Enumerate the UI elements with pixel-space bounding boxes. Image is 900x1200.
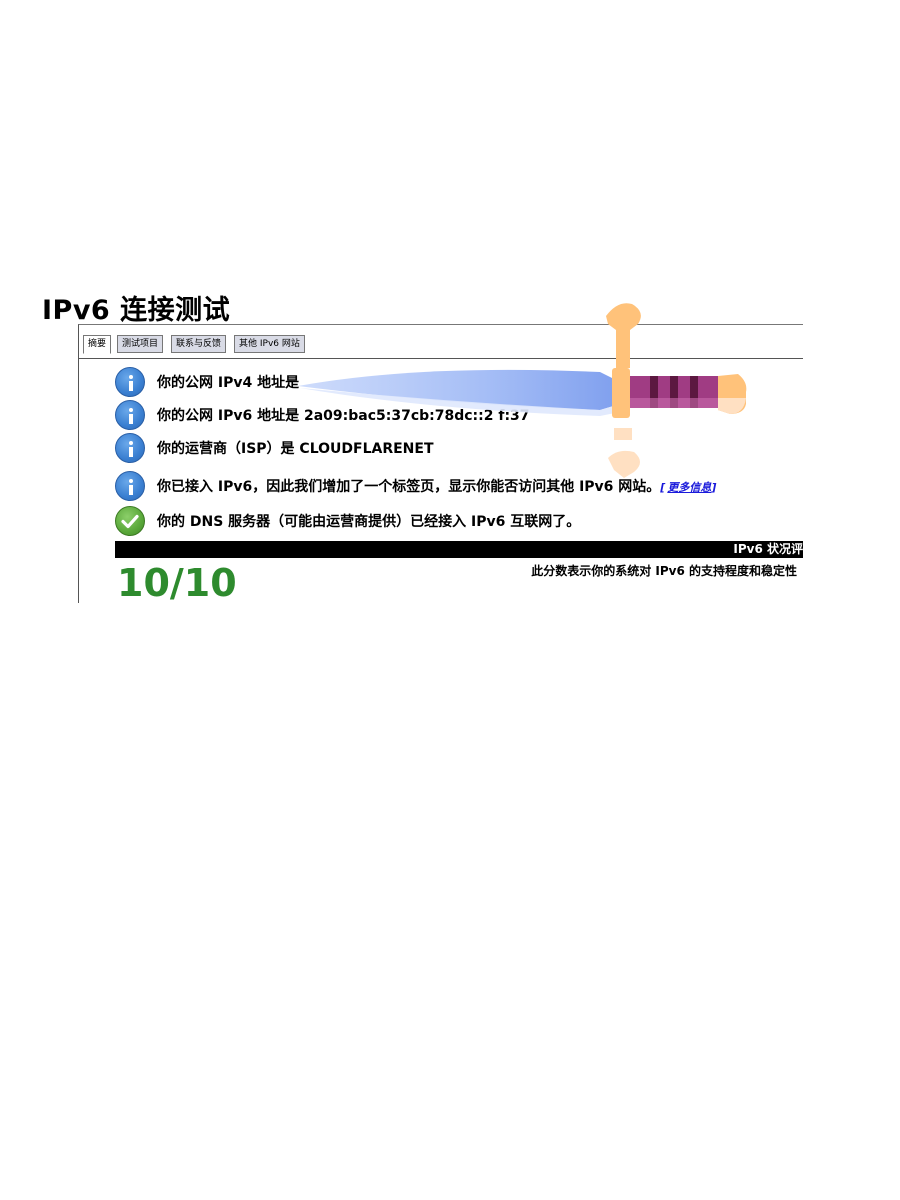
tab-bar: 摘要 测试项目 联系与反馈 其他 IPv6 网站 <box>79 331 803 359</box>
result-text: 你的公网 IPv4 地址是 <box>157 375 300 391</box>
more-info-link[interactable]: 更多信息 <box>667 481 711 494</box>
result-row-dns: 你的 DNS 服务器（可能由运营商提供）已经接入 IPv6 互联网了。 <box>115 505 580 537</box>
tab-divider <box>79 358 803 359</box>
result-row-ipv6: 你的公网 IPv6 地址是 2a09:bac5:37cb:78dc::2 f:3… <box>115 399 530 431</box>
score-header-label: IPv6 状况评 <box>733 542 803 556</box>
score-description: 此分数表示你的系统对 IPv6 的支持程度和稳定性 <box>531 564 797 578</box>
check-icon <box>115 506 145 536</box>
tab-tests[interactable]: 测试项目 <box>117 335 164 353</box>
result-text: 你的 DNS 服务器（可能由运营商提供）已经接入 IPv6 互联网了。 <box>157 514 581 530</box>
result-row-ipv6-tab: 你已接入 IPv6，因此我们增加了一个标签页，显示你能否访问其他 IPv6 网站… <box>115 470 716 502</box>
page-title: IPv6 连接测试 <box>42 295 231 326</box>
link-bracket-open: [ <box>660 481 666 494</box>
info-icon <box>115 433 145 463</box>
tab-other-ipv6-sites[interactable]: 其他 IPv6 网站 <box>234 335 305 353</box>
score-header-bar: IPv6 状况评 <box>115 541 803 558</box>
info-icon <box>115 367 145 397</box>
result-text-main: 你已接入 IPv6，因此我们增加了一个标签页，显示你能否访问其他 IPv6 网站… <box>157 479 661 495</box>
tab-summary[interactable]: 摘要 <box>83 335 112 354</box>
info-icon <box>115 400 145 430</box>
result-text: 你的公网 IPv6 地址是 2a09:bac5:37cb:78dc::2 f:3… <box>157 408 530 424</box>
link-bracket-close: ] <box>711 481 717 494</box>
result-row-ipv4: 你的公网 IPv4 地址是 <box>115 366 299 398</box>
info-icon <box>115 471 145 501</box>
test-panel: 摘要 测试项目 联系与反馈 其他 IPv6 网站 你的公网 IPv4 地址是 你… <box>78 324 803 603</box>
result-text: 你已接入 IPv6，因此我们增加了一个标签页，显示你能否访问其他 IPv6 网站… <box>157 476 716 496</box>
tab-contact[interactable]: 联系与反馈 <box>171 335 227 353</box>
result-text: 你的运营商（ISP）是 CLOUDFLARENET <box>157 441 434 457</box>
score-value: 10/10 <box>117 561 237 603</box>
result-row-isp: 你的运营商（ISP）是 CLOUDFLARENET <box>115 432 434 464</box>
